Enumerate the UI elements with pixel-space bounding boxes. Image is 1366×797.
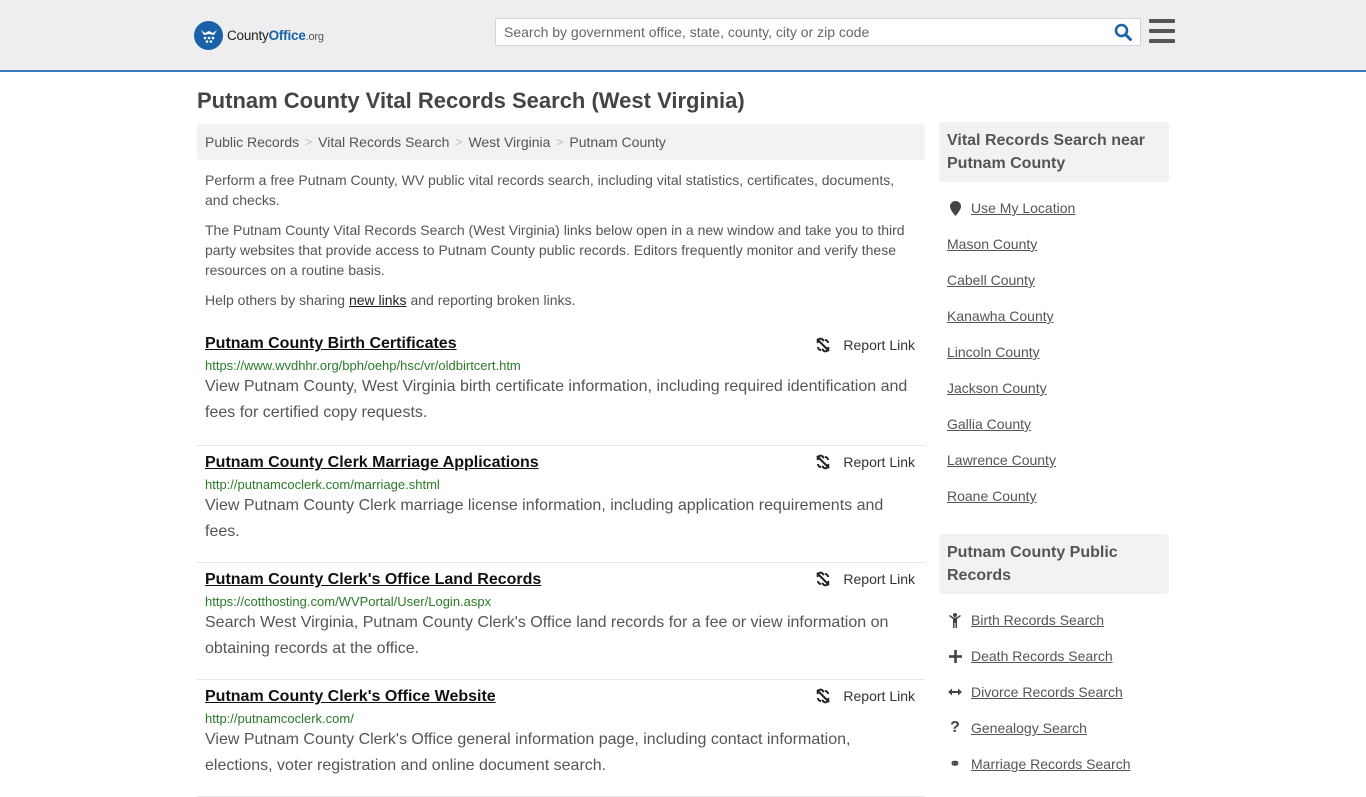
- breadcrumb-vital-records-search[interactable]: Vital Records Search: [318, 134, 449, 150]
- result-item: Putnam County Clerk Marriage Application…: [197, 446, 925, 563]
- search-icon: [1114, 23, 1132, 41]
- breadcrumb-public-records[interactable]: Public Records: [205, 134, 299, 150]
- breadcrumb: Public Records > Vital Records Search > …: [197, 124, 925, 160]
- arrows-horizontal-icon: [947, 687, 963, 697]
- breadcrumb-separator: >: [305, 135, 313, 149]
- public-records-item: ⚭ Marriage Records Search: [947, 746, 1161, 782]
- nearby-county-link[interactable]: Gallia County: [947, 416, 1031, 432]
- broken-link-icon: [816, 571, 831, 587]
- nearby-county-item: Kanawha County: [947, 298, 1161, 334]
- site-logo[interactable]: CountyOffice.org: [194, 20, 324, 50]
- result-title-link[interactable]: Putnam County Birth Certificates: [205, 335, 457, 353]
- search-bar: [495, 18, 1141, 46]
- public-records-item: Death Records Search: [947, 638, 1161, 674]
- logo-eagle-icon: [194, 20, 223, 50]
- public-records-section: Putnam County Public Records Birth Recor…: [939, 534, 1169, 782]
- nearby-section: Vital Records Search near Putnam County …: [939, 122, 1169, 514]
- question-icon: ?: [950, 719, 960, 736]
- nearby-county-link[interactable]: Lawrence County: [947, 452, 1056, 468]
- breadcrumb-west-virginia[interactable]: West Virginia: [468, 134, 550, 150]
- broken-link-icon: [816, 688, 831, 704]
- nearby-county-link[interactable]: Kanawha County: [947, 308, 1054, 324]
- menu-bar: [1149, 29, 1175, 33]
- help-text-after: and reporting broken links.: [406, 292, 576, 308]
- hamburger-menu-button[interactable]: [1149, 19, 1175, 43]
- broken-link-icon: [816, 454, 831, 470]
- result-description: Search West Virginia, Putnam County Cler…: [205, 614, 889, 657]
- report-link-label: Report Link: [843, 688, 915, 704]
- child-icon: [947, 612, 963, 628]
- nearby-county-link[interactable]: Mason County: [947, 236, 1037, 252]
- public-records-heading: Putnam County Public Records: [939, 534, 1169, 594]
- nearby-list: Use My Location Mason County Cabell Coun…: [939, 182, 1169, 514]
- nearby-heading: Vital Records Search near Putnam County: [939, 122, 1169, 182]
- report-link-button[interactable]: Report Link: [815, 337, 915, 353]
- result-url: https://cotthosting.com/WVPortal/User/Lo…: [205, 594, 492, 609]
- result-title-link[interactable]: Putnam County Clerk's Office Land Record…: [205, 571, 541, 589]
- report-link-label: Report Link: [843, 454, 915, 470]
- nearby-county-item: Mason County: [947, 226, 1161, 262]
- report-link-button[interactable]: Report Link: [815, 454, 915, 470]
- nearby-county-item: Cabell County: [947, 262, 1161, 298]
- map-marker-icon: [947, 200, 963, 216]
- result-description: View Putnam County Clerk marriage licens…: [205, 497, 884, 540]
- result-item: Putnam County Clerk's Office Website Rep…: [197, 680, 925, 797]
- help-text-before: Help others by sharing: [205, 292, 349, 308]
- intro-paragraph: The Putnam County Vital Records Search (…: [205, 222, 905, 278]
- report-link-button[interactable]: Report Link: [815, 571, 915, 587]
- use-location-item: Use My Location: [947, 190, 1161, 226]
- divorce-records-search-link[interactable]: Divorce Records Search: [971, 684, 1123, 700]
- nearby-county-item: Gallia County: [947, 406, 1161, 442]
- page-title: Putnam County Vital Records Search (West…: [197, 88, 745, 113]
- site-header: CountyOffice.org: [0, 0, 1366, 72]
- public-records-item: ? Genealogy Search: [947, 710, 1161, 746]
- nearby-county-item: Lawrence County: [947, 442, 1161, 478]
- broken-link-icon: [816, 337, 831, 353]
- result-url: https://www.wvdhhr.org/bph/oehp/hsc/vr/o…: [205, 358, 521, 373]
- main-content: Public Records > Vital Records Search > …: [197, 124, 925, 797]
- search-input[interactable]: [496, 19, 1106, 45]
- breadcrumb-putnam-county[interactable]: Putnam County: [569, 134, 666, 150]
- use-my-location-link[interactable]: Use My Location: [971, 200, 1075, 216]
- birth-records-search-link[interactable]: Birth Records Search: [971, 612, 1104, 628]
- nearby-county-link[interactable]: Lincoln County: [947, 344, 1040, 360]
- plus-icon: [947, 649, 963, 663]
- genealogy-search-link[interactable]: Genealogy Search: [971, 720, 1087, 736]
- menu-bar: [1149, 39, 1175, 43]
- result-item: Putnam County Clerk's Office Land Record…: [197, 563, 925, 680]
- result-title-link[interactable]: Putnam County Clerk's Office Website: [205, 688, 496, 706]
- nearby-county-link[interactable]: Cabell County: [947, 272, 1035, 288]
- nearby-county-link[interactable]: Roane County: [947, 488, 1037, 504]
- marriage-records-search-link[interactable]: Marriage Records Search: [971, 756, 1131, 772]
- new-links-link[interactable]: new links: [349, 292, 407, 308]
- public-records-item: Divorce Records Search: [947, 674, 1161, 710]
- intro: Perform a free Putnam County, WV public …: [197, 170, 925, 310]
- gender-icon: ⚭: [949, 756, 961, 771]
- sidebar: Vital Records Search near Putnam County …: [939, 122, 1169, 782]
- menu-bar: [1149, 19, 1175, 23]
- results-list: Putnam County Birth Certificates Report …: [197, 329, 925, 797]
- nearby-county-item: Jackson County: [947, 370, 1161, 406]
- public-records-list: Birth Records Search Death Records Searc…: [939, 594, 1169, 782]
- nearby-county-link[interactable]: Jackson County: [947, 380, 1047, 396]
- search-button[interactable]: [1106, 19, 1140, 45]
- report-link-label: Report Link: [843, 571, 915, 587]
- intro-paragraph: Perform a free Putnam County, WV public …: [205, 172, 895, 208]
- result-description: View Putnam County Clerk's Office genera…: [205, 731, 851, 774]
- result-url: http://putnamcoclerk.com/: [205, 711, 354, 726]
- result-title-link[interactable]: Putnam County Clerk Marriage Application…: [205, 454, 539, 472]
- breadcrumb-separator: >: [455, 135, 463, 149]
- report-link-button[interactable]: Report Link: [815, 688, 915, 704]
- death-records-search-link[interactable]: Death Records Search: [971, 648, 1113, 664]
- nearby-county-item: Lincoln County: [947, 334, 1161, 370]
- intro-help-text: Help others by sharing new links and rep…: [205, 290, 917, 310]
- result-description: View Putnam County, West Virginia birth …: [205, 378, 908, 421]
- report-link-label: Report Link: [843, 337, 915, 353]
- breadcrumb-separator: >: [556, 135, 564, 149]
- public-records-item: Birth Records Search: [947, 602, 1161, 638]
- result-item: Putnam County Birth Certificates Report …: [197, 329, 925, 446]
- result-url: http://putnamcoclerk.com/marriage.shtml: [205, 477, 440, 492]
- logo-text: CountyOffice.org: [227, 27, 324, 43]
- nearby-county-item: Roane County: [947, 478, 1161, 514]
